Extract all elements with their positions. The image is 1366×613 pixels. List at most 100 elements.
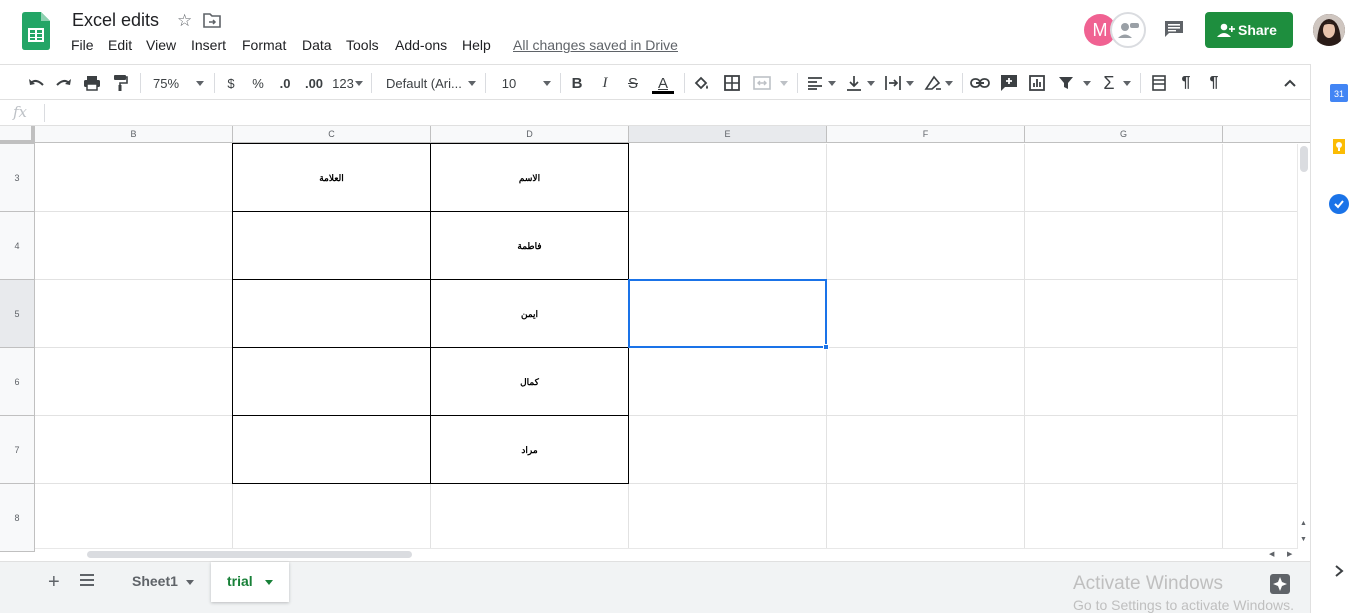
percent-format-button[interactable]: % <box>251 73 265 93</box>
cell-e8[interactable] <box>629 484 827 552</box>
share-button[interactable]: Share <box>1205 12 1293 48</box>
cell-h4[interactable] <box>1223 212 1297 280</box>
cell-h7[interactable] <box>1223 416 1297 484</box>
anonymous-viewer-icon[interactable] <box>1110 12 1146 48</box>
cell-h5[interactable] <box>1223 280 1297 348</box>
cell-e3[interactable] <box>629 144 827 212</box>
cell-g8[interactable] <box>1025 484 1223 552</box>
cell-g5[interactable] <box>1025 280 1223 348</box>
italic-button[interactable]: I <box>598 73 612 93</box>
sheet-tab-menu-icon[interactable] <box>186 580 194 585</box>
cell-c8[interactable] <box>233 484 431 552</box>
zoom-select[interactable]: 75% <box>150 73 182 93</box>
cell-d5[interactable]: ايمن <box>430 279 629 348</box>
move-to-folder-icon[interactable] <box>203 12 221 28</box>
rtl-direction-icon[interactable]: ¶ <box>1205 73 1223 93</box>
scroll-down-arrow-icon[interactable]: ▼ <box>1300 536 1307 543</box>
all-sheets-menu-icon[interactable] <box>80 574 94 586</box>
text-color-button[interactable]: A <box>652 73 674 93</box>
filter-icon[interactable] <box>1056 73 1076 93</box>
redo-icon[interactable] <box>54 73 74 93</box>
cell-g3[interactable] <box>1025 144 1223 212</box>
insert-comment-icon[interactable] <box>999 73 1019 93</box>
selected-cell-highlight[interactable] <box>628 279 827 348</box>
cell-f5[interactable] <box>827 280 1025 348</box>
cell-e7[interactable] <box>629 416 827 484</box>
currency-format-button[interactable]: $ <box>224 73 238 93</box>
cell-b6[interactable] <box>35 348 233 416</box>
formula-input[interactable] <box>50 104 1300 122</box>
menu-data[interactable]: Data <box>302 37 332 53</box>
cell-g4[interactable] <box>1025 212 1223 280</box>
column-header-d[interactable]: D <box>431 126 629 143</box>
menu-file[interactable]: File <box>71 37 94 53</box>
paint-format-icon[interactable] <box>110 73 130 93</box>
scroll-left-arrow-icon[interactable]: ◀ <box>1269 550 1274 558</box>
tasks-icon[interactable] <box>1329 194 1349 214</box>
cell-e4[interactable] <box>629 212 827 280</box>
row-header-4[interactable]: 4 <box>0 212 35 280</box>
cell-f3[interactable] <box>827 144 1025 212</box>
insert-chart-icon[interactable] <box>1027 73 1047 93</box>
ltr-direction-icon[interactable]: ¶ <box>1177 73 1195 93</box>
cell-c6[interactable] <box>232 347 431 416</box>
cell-b4[interactable] <box>35 212 233 280</box>
text-rotation-icon[interactable] <box>923 73 943 93</box>
fill-handle[interactable] <box>823 344 829 350</box>
cell-c7[interactable] <box>232 415 431 484</box>
cell-h6[interactable] <box>1223 348 1297 416</box>
sheets-logo-icon[interactable] <box>22 12 50 50</box>
menu-help[interactable]: Help <box>462 37 491 53</box>
column-header-h[interactable] <box>1223 126 1310 143</box>
cell-f7[interactable] <box>827 416 1025 484</box>
column-header-c[interactable]: C <box>233 126 431 143</box>
cell-f6[interactable] <box>827 348 1025 416</box>
menu-tools[interactable]: Tools <box>346 37 379 53</box>
column-header-f[interactable]: F <box>827 126 1025 143</box>
cell-h8[interactable] <box>1223 484 1297 552</box>
print-icon[interactable] <box>82 73 102 93</box>
decrease-decimal-button[interactable]: .0 <box>276 73 294 93</box>
bold-button[interactable]: B <box>570 73 584 93</box>
font-select[interactable]: Default (Ari... <box>386 73 464 93</box>
calendar-icon[interactable]: 31 <box>1330 84 1348 102</box>
font-size-select[interactable]: 10 <box>500 73 518 93</box>
cell-c5[interactable] <box>232 279 431 348</box>
cell-b7[interactable] <box>35 416 233 484</box>
comment-history-icon[interactable] <box>1163 19 1185 39</box>
fill-color-icon[interactable] <box>692 73 712 93</box>
star-icon[interactable]: ☆ <box>177 11 192 31</box>
increase-decimal-button[interactable]: .00 <box>302 73 326 93</box>
column-header-e[interactable]: E <box>629 126 827 143</box>
row-header-5[interactable]: 5 <box>0 280 35 348</box>
strikethrough-button[interactable]: S <box>626 73 640 93</box>
menu-edit[interactable]: Edit <box>108 37 132 53</box>
cell-g6[interactable] <box>1025 348 1223 416</box>
cell-f4[interactable] <box>827 212 1025 280</box>
menu-view[interactable]: View <box>146 37 176 53</box>
column-header-g[interactable]: G <box>1025 126 1223 143</box>
cell-c3[interactable]: العلامة <box>232 143 431 212</box>
document-title[interactable]: Excel edits <box>72 10 159 31</box>
row-header-6[interactable]: 6 <box>0 348 35 416</box>
sheet-tab-trial[interactable]: trial <box>211 562 289 602</box>
cell-b3[interactable] <box>35 144 233 212</box>
menu-insert[interactable]: Insert <box>191 37 226 53</box>
user-avatar[interactable] <box>1313 14 1345 46</box>
cell-d6[interactable]: كمال <box>430 347 629 416</box>
column-header-b[interactable]: B <box>35 126 233 143</box>
add-sheet-icon[interactable]: + <box>48 571 60 594</box>
scroll-right-arrow-icon[interactable]: ▶ <box>1287 550 1292 558</box>
sheet-tab-sheet1[interactable]: Sheet1 <box>116 562 208 602</box>
insert-link-icon[interactable] <box>970 73 990 93</box>
more-formats-button[interactable]: 123 <box>331 73 355 93</box>
undo-icon[interactable] <box>26 73 46 93</box>
freeze-icon[interactable] <box>1150 73 1168 93</box>
sheet-tab-menu-icon[interactable] <box>265 580 273 585</box>
functions-button[interactable]: Σ <box>1100 73 1118 93</box>
cell-b8[interactable] <box>35 484 233 552</box>
cell-c4[interactable] <box>232 211 431 280</box>
cell-e6[interactable] <box>629 348 827 416</box>
cell-d4[interactable]: فاطمة <box>430 211 629 280</box>
row-header-8[interactable]: 8 <box>0 484 35 552</box>
